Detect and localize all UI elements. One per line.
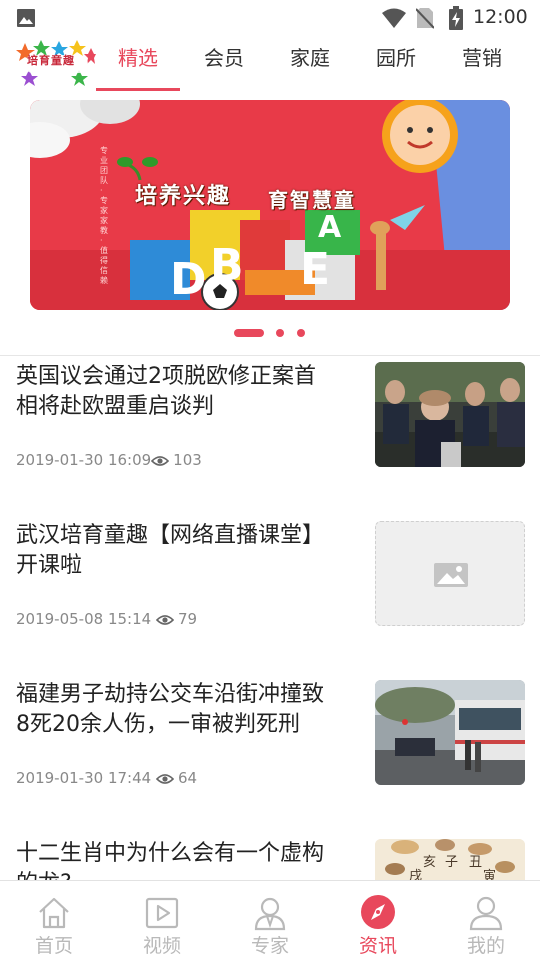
tab-huiyuan[interactable]: 会员: [184, 46, 264, 82]
news-date: 2019-05-08 15:14: [16, 610, 152, 628]
image-placeholder-icon: [434, 563, 468, 587]
pager-dot[interactable]: [297, 329, 305, 337]
news-item[interactable]: 十二生肖中为什么会有一个虚构的龙? 亥 子 丑 戌 寅: [0, 839, 540, 880]
pager-dot[interactable]: [276, 329, 284, 337]
views-eye-icon: [155, 774, 174, 784]
news-item[interactable]: 武汉培育童趣【网络直播课堂】开课啦 2019-05-08 15:14 79: [0, 521, 540, 681]
news-title[interactable]: 英国议会通过2项脱欧修正案首相将赴欧盟重启谈判: [16, 362, 336, 422]
views-eye-icon: [151, 456, 170, 466]
nav-news[interactable]: 资讯: [324, 881, 432, 961]
nav-profile-label: 我的: [466, 935, 505, 957]
nav-video[interactable]: 视频: [108, 881, 216, 961]
news-item[interactable]: 英国议会通过2项脱欧修正案首相将赴欧盟重启谈判 2019-01-30 16:09…: [0, 362, 540, 522]
news-view-count: 103: [173, 451, 202, 469]
news-view-count: 79: [177, 610, 198, 628]
bottom-navigation: 首页 视频 专家 资讯 我的: [0, 880, 540, 961]
compass-icon: [361, 895, 395, 929]
block-letter-a: A: [318, 210, 342, 245]
image-notification-icon: [17, 9, 35, 27]
nav-expert[interactable]: 专家: [216, 881, 324, 961]
banner-pager: [0, 326, 540, 338]
news-meta: 2019-01-30 17:44 64: [16, 769, 197, 787]
nav-home-label: 首页: [34, 935, 73, 957]
news-date: 2019-01-30 16:09: [16, 451, 152, 469]
banner-side-text: 专业团队·专家家教·值得信赖: [100, 146, 108, 285]
nav-home[interactable]: 首页: [0, 881, 108, 961]
nav-expert-label: 专家: [250, 935, 289, 957]
news-thumbnail[interactable]: 亥 子 丑 戌 寅: [375, 839, 525, 880]
profile-icon: [469, 896, 503, 931]
no-sim-icon: [416, 8, 434, 29]
block-letter-b: B: [210, 240, 244, 291]
zodiac-char-xu: 戌: [409, 869, 423, 880]
parliament-photo: [375, 362, 525, 467]
tab-yuansuo[interactable]: 园所: [356, 46, 436, 82]
video-icon: [145, 897, 179, 929]
expert-icon: [254, 897, 286, 931]
news-thumbnail-placeholder[interactable]: [375, 521, 525, 626]
zodiac-char-yin: 寅: [483, 869, 497, 880]
status-time: 12:00: [473, 6, 528, 28]
banner-headline-right: 育智慧童: [268, 188, 356, 212]
news-title[interactable]: 十二生肖中为什么会有一个虚构的龙?: [16, 839, 336, 880]
views-eye-icon: [155, 615, 174, 625]
zodiac-char-hai: 亥: [423, 855, 437, 870]
home-icon: [39, 897, 69, 929]
news-item[interactable]: 福建男子劫持公交车沿街冲撞致8死20余人伤，一审被判死刑 2019-01-30 …: [0, 680, 540, 840]
news-meta: 2019-05-08 15:14 79: [16, 610, 197, 628]
news-thumbnail[interactable]: [375, 680, 525, 785]
news-meta: 2019-01-30 16:09 103: [16, 451, 202, 469]
tab-yingxiao[interactable]: 营销: [442, 46, 522, 82]
nav-video-label: 视频: [142, 935, 181, 957]
zodiac-char-chou: 丑: [469, 855, 483, 870]
app-logo-text: 培育童趣: [27, 54, 75, 67]
active-tab-indicator: [96, 88, 180, 91]
banner-headline-left: 培养兴趣: [135, 184, 232, 209]
sun-decoration: [382, 100, 458, 173]
status-bar: 12:00: [0, 0, 540, 36]
wifi-icon: [382, 8, 406, 28]
block-letter-d: D: [170, 254, 207, 305]
nav-profile[interactable]: 我的: [432, 881, 540, 961]
news-title[interactable]: 武汉培育童趣【网络直播课堂】开课啦: [16, 521, 336, 581]
top-navigation: 培育童趣 精选 会员 家庭 园所 营销: [0, 36, 540, 92]
news-view-count: 64: [177, 769, 198, 787]
bus-scene-photo: [375, 680, 525, 785]
feed-divider: [0, 355, 540, 356]
zodiac-char-zi: 子: [445, 855, 459, 870]
nav-news-label: 资讯: [358, 935, 397, 957]
battery-charging-icon: [449, 6, 463, 30]
news-date: 2019-01-30 17:44: [16, 769, 152, 787]
block-letter-e: E: [300, 244, 331, 295]
news-thumbnail[interactable]: [375, 362, 525, 467]
promo-banner[interactable]: 培养兴趣 育智慧童 专业团队·专家家教·值得信赖 D B E A: [30, 100, 510, 310]
tab-jiating[interactable]: 家庭: [270, 46, 350, 82]
tab-jingxuan[interactable]: 精选: [96, 46, 180, 82]
news-title[interactable]: 福建男子劫持公交车沿街冲撞致8死20余人伤，一审被判死刑: [16, 680, 336, 740]
pager-dot-active[interactable]: [234, 329, 264, 337]
